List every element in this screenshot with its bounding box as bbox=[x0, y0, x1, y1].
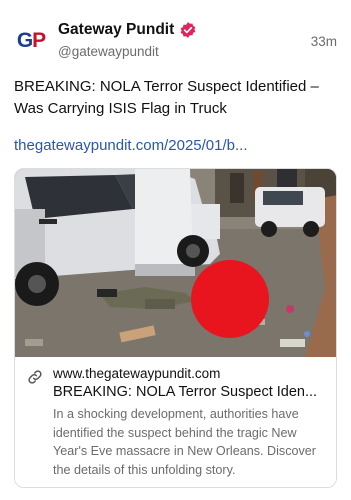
avatar[interactable]: GP bbox=[13, 23, 49, 59]
card-image[interactable] bbox=[15, 169, 336, 357]
author-handle[interactable]: @gatewaypundit bbox=[58, 44, 159, 59]
card-description: In a shocking development, authorities h… bbox=[53, 407, 317, 477]
avatar-letter-p: P bbox=[32, 29, 46, 52]
author-display-name[interactable]: Gateway Pundit bbox=[58, 21, 174, 39]
link-preview-card[interactable]: www.thegatewaypundit.com BREAKING: NOLA … bbox=[14, 168, 337, 488]
card-title[interactable]: BREAKING: NOLA Terror Suspect Iden... bbox=[53, 384, 333, 400]
card-domain: www.thegatewaypundit.com bbox=[53, 366, 221, 381]
post-header: GP Gateway Pundit @gatewaypundit 33m bbox=[0, 0, 351, 66]
avatar-letter-g: G bbox=[16, 29, 33, 52]
card-body[interactable]: www.thegatewaypundit.com BREAKING: NOLA … bbox=[15, 357, 336, 487]
post-text: BREAKING: NOLA Terror Suspect Identified… bbox=[14, 78, 319, 117]
author-name-row: Gateway Pundit bbox=[58, 21, 197, 39]
link-icon bbox=[28, 370, 42, 384]
verified-badge-icon bbox=[181, 22, 196, 38]
post-link[interactable]: thegatewaypundit.com/2025/01/b... bbox=[14, 135, 339, 157]
post-timestamp[interactable]: 33m bbox=[311, 34, 337, 49]
